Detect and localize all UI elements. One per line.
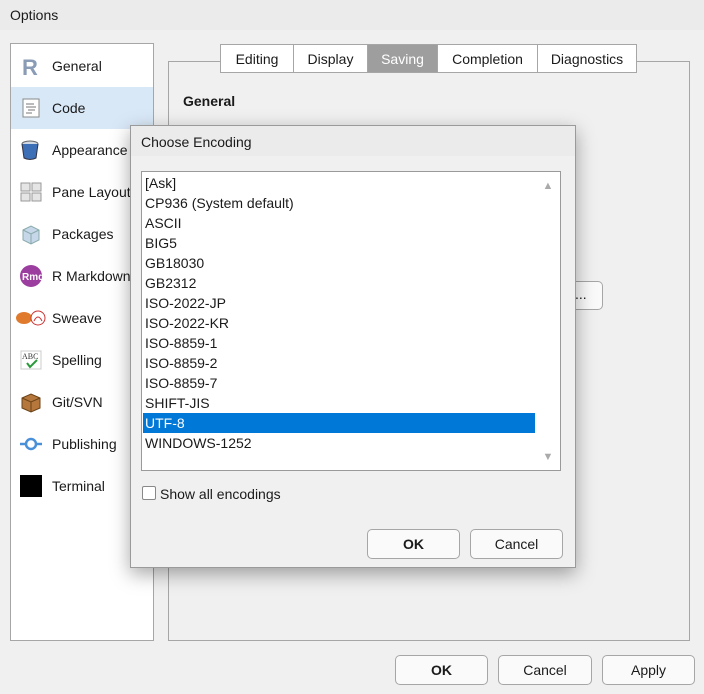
sweave-icon [16,310,46,326]
tab-saving[interactable]: Saving [367,44,437,73]
sidebar-item-code[interactable]: Code [11,87,153,129]
dialog-cancel-button[interactable]: Cancel [470,529,563,559]
scroll-down-icon[interactable]: ▼ [539,448,557,466]
list-item[interactable]: ISO-8859-7 [143,373,535,393]
tab-editing[interactable]: Editing [220,44,293,73]
list-item[interactable]: GB18030 [143,253,535,273]
sidebar-item-label: Spelling [52,352,102,368]
list-item[interactable]: ASCII [143,213,535,233]
scroll-up-icon[interactable]: ▲ [539,177,557,195]
dialog-ok-button[interactable]: OK [367,529,460,559]
section-heading: General [183,93,236,109]
window-title: Options [10,7,59,23]
sidebar-item-label: Pane Layout [52,184,131,200]
apply-button[interactable]: Apply [602,655,695,685]
terminal-icon [20,475,42,497]
list-item[interactable]: ISO-2022-KR [143,313,535,333]
sidebar-item-label: Publishing [52,436,117,452]
cancel-button[interactable]: Cancel [498,655,592,685]
list-item[interactable]: BIG5 [143,233,535,253]
rmd-icon: Rmd [20,265,43,287]
pane-layout-icon [20,182,42,202]
tab-diagnostics[interactable]: Diagnostics [537,44,637,73]
sidebar-item-label: Appearance [52,142,128,158]
sidebar-item-label: Packages [52,226,114,242]
list-item[interactable]: WINDOWS-1252 [143,433,535,453]
list-item[interactable]: ISO-8859-1 [143,333,535,353]
list-item[interactable]: GB2312 [143,273,535,293]
package-box-icon [22,225,40,245]
list-item[interactable]: SHIFT-JIS [143,393,535,413]
choose-encoding-dialog: Choose Encoding [Ask] CP936 (System defa… [130,125,576,568]
paint-bucket-icon [21,140,39,160]
tab-display[interactable]: Display [293,44,367,73]
spelling-abc-icon: ABC [20,350,42,370]
show-all-encodings-label: Show all encodings [160,486,281,502]
sidebar-item-label: Git/SVN [52,394,103,410]
sidebar-item-label: General [52,58,102,74]
tab-completion[interactable]: Completion [437,44,537,73]
dialog-title: Choose Encoding [141,134,252,150]
list-item[interactable]: ISO-8859-2 [143,353,535,373]
list-item-selected[interactable]: UTF-8 [143,413,535,433]
publish-icon [20,437,42,451]
ok-button[interactable]: OK [395,655,488,685]
sidebar-item-label: R Markdown [52,268,131,284]
window-titlebar: Options [0,0,704,30]
list-item[interactable]: ISO-2022-JP [143,293,535,313]
svg-text:R: R [22,55,38,78]
list-item[interactable]: [Ask] [143,173,535,193]
r-logo-icon: R [22,55,38,78]
git-box-icon [21,393,41,413]
svg-text:Rmd: Rmd [22,272,43,283]
options-tab-bar: Editing Display Saving Completion Diagno… [220,44,637,74]
encoding-listbox[interactable]: [Ask] CP936 (System default) ASCII BIG5 … [141,171,561,471]
code-document-icon [22,98,40,118]
list-item[interactable]: CP936 (System default) [143,193,535,213]
dialog-titlebar: Choose Encoding [131,126,575,156]
show-all-encodings-checkbox[interactable] [142,486,156,500]
sidebar-item-label: Terminal [52,478,105,494]
sidebar-item-label: Code [52,100,86,116]
sidebar-item-label: Sweave [52,310,102,326]
sidebar-item-general[interactable]: R General [11,45,153,87]
